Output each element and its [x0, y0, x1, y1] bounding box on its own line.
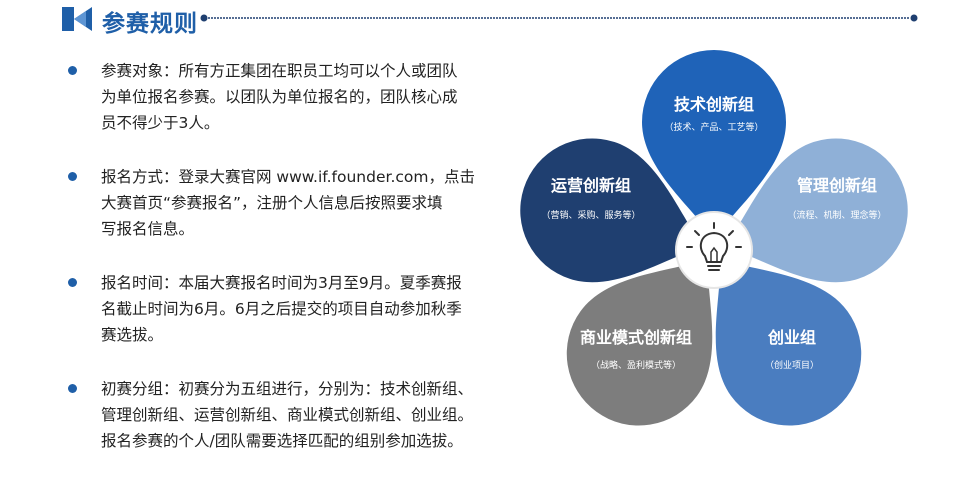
bullet-dot — [68, 66, 77, 75]
bullet-dot — [68, 172, 77, 181]
page-header: 参赛规则 — [62, 2, 922, 37]
group-desc-startup: （创业项目） — [765, 359, 819, 371]
group-name-management: 管理创新组 — [797, 176, 877, 195]
header-divider — [200, 14, 918, 22]
page-title: 参赛规则 — [102, 11, 198, 37]
bullet-dot — [68, 384, 77, 393]
arrow-logo-icon — [62, 7, 92, 31]
rules-list: 参赛对象：所有方正集团在职员工均可以个人或团队 为单位报名参赛。以团队为单位报名… — [68, 58, 498, 482]
group-name-business-model: 商业模式创新组 — [580, 328, 692, 347]
group-name-operation: 运营创新组 — [551, 176, 631, 195]
rule-item-registration-method: 报名方式：登录大赛官网 www.if.founder.com，点击 大赛首页“参… — [68, 164, 498, 242]
group-desc-management: （流程、机制、理念等） — [787, 209, 886, 221]
rule-text: 报名方式：登录大赛官网 www.if.founder.com，点击 大赛首页“参… — [101, 168, 475, 238]
group-desc-business-model: （战略、盈利模式等） — [591, 359, 681, 371]
bullet-dot — [68, 278, 77, 287]
rule-text: 初赛分组：初赛分为五组进行，分别为：技术创新组、 管理创新组、运营创新组、商业模… — [101, 380, 474, 450]
rule-item-eligibility: 参赛对象：所有方正集团在职员工均可以个人或团队 为单位报名参赛。以团队为单位报名… — [68, 58, 498, 136]
rule-text: 参赛对象：所有方正集团在职员工均可以个人或团队 为单位报名参赛。以团队为单位报名… — [101, 62, 458, 132]
group-name-tech: 技术创新组 — [674, 95, 754, 114]
rule-item-registration-time: 报名时间：本届大赛报名时间为3月至9月。夏季赛报 名截止时间为6月。6月之后提交… — [68, 270, 498, 348]
group-desc-tech: （技术、产品、工艺等） — [664, 121, 763, 133]
groups-flower-diagram: 技术创新组 （技术、产品、工艺等） 管理创新组 （流程、机制、理念等） 创业组 … — [520, 50, 908, 426]
group-desc-operation: （营销、采购、服务等） — [541, 209, 640, 221]
rule-item-grouping: 初赛分组：初赛分为五组进行，分别为：技术创新组、 管理创新组、运营创新组、商业模… — [68, 376, 498, 454]
rule-text: 报名时间：本届大赛报名时间为3月至9月。夏季赛报 名截止时间为6月。6月之后提交… — [101, 274, 462, 344]
group-name-startup: 创业组 — [767, 328, 816, 347]
